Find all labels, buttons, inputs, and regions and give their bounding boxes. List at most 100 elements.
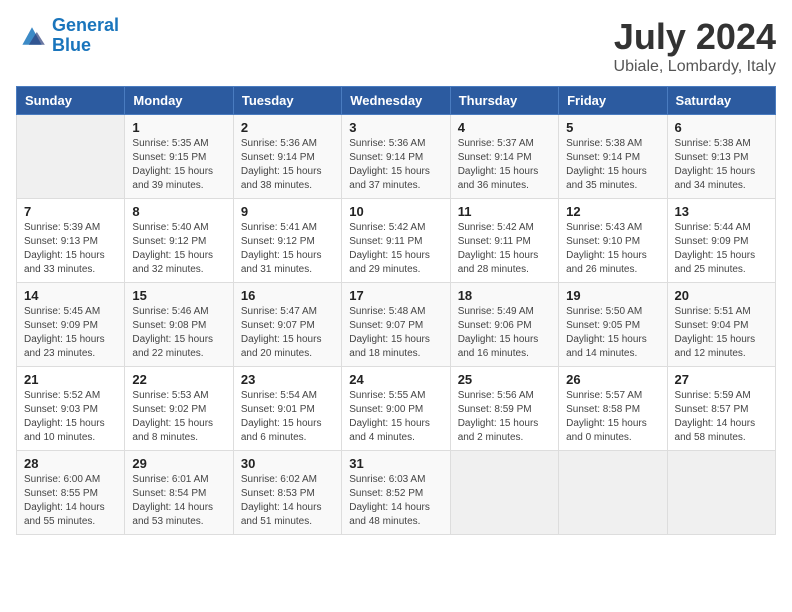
day-info: Sunrise: 5:43 AM Sunset: 9:10 PM Dayligh… (566, 221, 659, 277)
weekday-header-tuesday: Tuesday (233, 87, 341, 115)
day-info: Sunrise: 5:55 AM Sunset: 9:00 PM Dayligh… (349, 389, 442, 445)
calendar-cell: 27 Sunrise: 5:59 AM Sunset: 8:57 PM Dayli… (667, 367, 775, 451)
calendar-week-1: 1 Sunrise: 5:35 AM Sunset: 9:15 PM Daylig… (17, 115, 776, 199)
calendar-cell: 30 Sunrise: 6:02 AM Sunset: 8:53 PM Dayli… (233, 451, 341, 535)
day-info: Sunrise: 5:50 AM Sunset: 9:05 PM Dayligh… (566, 305, 659, 361)
day-info: Sunrise: 6:02 AM Sunset: 8:53 PM Dayligh… (241, 473, 334, 529)
day-number: 26 (566, 372, 659, 387)
logo-line2: Blue (52, 35, 91, 55)
calendar-cell (450, 451, 558, 535)
day-number: 9 (241, 204, 334, 219)
location: Ubiale, Lombardy, Italy (614, 58, 776, 76)
calendar-cell: 24 Sunrise: 5:55 AM Sunset: 9:00 PM Dayli… (342, 367, 450, 451)
day-number: 5 (566, 120, 659, 135)
day-info: Sunrise: 5:53 AM Sunset: 9:02 PM Dayligh… (132, 389, 225, 445)
calendar-cell: 6 Sunrise: 5:38 AM Sunset: 9:13 PM Daylig… (667, 115, 775, 199)
calendar-cell: 21 Sunrise: 5:52 AM Sunset: 9:03 PM Dayli… (17, 367, 125, 451)
day-info: Sunrise: 6:03 AM Sunset: 8:52 PM Dayligh… (349, 473, 442, 529)
weekday-header-thursday: Thursday (450, 87, 558, 115)
day-number: 4 (458, 120, 551, 135)
day-number: 21 (24, 372, 117, 387)
day-info: Sunrise: 5:44 AM Sunset: 9:09 PM Dayligh… (675, 221, 768, 277)
calendar-cell: 25Sunrise: 5:56 AM Sunset: 8:59 PM Dayli… (450, 367, 558, 451)
day-info: Sunrise: 5:40 AM Sunset: 9:12 PM Dayligh… (132, 221, 225, 277)
day-info: Sunrise: 5:49 AM Sunset: 9:06 PM Dayligh… (458, 305, 551, 361)
calendar-week-3: 14 Sunrise: 5:45 AM Sunset: 9:09 PM Dayli… (17, 283, 776, 367)
weekday-header-row: SundayMondayTuesdayWednesdayThursdayFrid… (17, 87, 776, 115)
calendar-cell: 23Sunrise: 5:54 AM Sunset: 9:01 PM Dayli… (233, 367, 341, 451)
day-number: 31 (349, 456, 442, 471)
calendar-cell: 16Sunrise: 5:47 AM Sunset: 9:07 PM Dayli… (233, 283, 341, 367)
calendar-cell: 9 Sunrise: 5:41 AM Sunset: 9:12 PM Daylig… (233, 199, 341, 283)
calendar-cell: 14 Sunrise: 5:45 AM Sunset: 9:09 PM Dayli… (17, 283, 125, 367)
day-number: 10 (349, 204, 442, 219)
day-info: Sunrise: 5:37 AM Sunset: 9:14 PM Dayligh… (458, 137, 551, 193)
logo: General Blue (16, 16, 119, 56)
calendar-cell: 28 Sunrise: 6:00 AM Sunset: 8:55 PM Dayli… (17, 451, 125, 535)
day-number: 6 (675, 120, 768, 135)
calendar-cell: 29Sunrise: 6:01 AM Sunset: 8:54 PM Dayli… (125, 451, 233, 535)
calendar-cell: 15Sunrise: 5:46 AM Sunset: 9:08 PM Dayli… (125, 283, 233, 367)
day-info: Sunrise: 5:36 AM Sunset: 9:14 PM Dayligh… (349, 137, 442, 193)
logo-line1: General (52, 15, 119, 35)
day-number: 11 (458, 204, 551, 219)
day-info: Sunrise: 5:38 AM Sunset: 9:14 PM Dayligh… (566, 137, 659, 193)
calendar-cell: 11 Sunrise: 5:42 AM Sunset: 9:11 PM Dayli… (450, 199, 558, 283)
day-number: 27 (675, 372, 768, 387)
calendar-cell: 12Sunrise: 5:43 AM Sunset: 9:10 PM Dayli… (559, 199, 667, 283)
calendar-cell: 5 Sunrise: 5:38 AM Sunset: 9:14 PM Daylig… (559, 115, 667, 199)
day-info: Sunrise: 5:51 AM Sunset: 9:04 PM Dayligh… (675, 305, 768, 361)
calendar-cell: 7Sunrise: 5:39 AM Sunset: 9:13 PM Daylig… (17, 199, 125, 283)
day-info: Sunrise: 5:45 AM Sunset: 9:09 PM Dayligh… (24, 305, 117, 361)
calendar-week-4: 21 Sunrise: 5:52 AM Sunset: 9:03 PM Dayli… (17, 367, 776, 451)
day-number: 17 (349, 288, 442, 303)
day-info: Sunrise: 5:39 AM Sunset: 9:13 PM Dayligh… (24, 221, 117, 277)
day-info: Sunrise: 5:35 AM Sunset: 9:15 PM Dayligh… (132, 137, 225, 193)
day-info: Sunrise: 5:54 AM Sunset: 9:01 PM Dayligh… (241, 389, 334, 445)
title-block: July 2024 Ubiale, Lombardy, Italy (614, 16, 776, 76)
calendar-cell: 4 Sunrise: 5:37 AM Sunset: 9:14 PM Daylig… (450, 115, 558, 199)
day-number: 28 (24, 456, 117, 471)
day-number: 16 (241, 288, 334, 303)
day-number: 30 (241, 456, 334, 471)
day-number: 8 (132, 204, 225, 219)
calendar-cell: 19Sunrise: 5:50 AM Sunset: 9:05 PM Dayli… (559, 283, 667, 367)
month-year: July 2024 (614, 16, 776, 58)
day-number: 14 (24, 288, 117, 303)
logo-text: General Blue (52, 16, 119, 56)
calendar-cell: 22 Sunrise: 5:53 AM Sunset: 9:02 PM Dayli… (125, 367, 233, 451)
day-info: Sunrise: 5:57 AM Sunset: 8:58 PM Dayligh… (566, 389, 659, 445)
day-info: Sunrise: 5:46 AM Sunset: 9:08 PM Dayligh… (132, 305, 225, 361)
day-info: Sunrise: 5:41 AM Sunset: 9:12 PM Dayligh… (241, 221, 334, 277)
page-header: General Blue July 2024 Ubiale, Lombardy,… (16, 16, 776, 76)
calendar-cell: 18 Sunrise: 5:49 AM Sunset: 9:06 PM Dayli… (450, 283, 558, 367)
weekday-header-sunday: Sunday (17, 87, 125, 115)
day-number: 29 (132, 456, 225, 471)
day-number: 3 (349, 120, 442, 135)
calendar-table: SundayMondayTuesdayWednesdayThursdayFrid… (16, 86, 776, 535)
calendar-cell: 20 Sunrise: 5:51 AM Sunset: 9:04 PM Dayli… (667, 283, 775, 367)
calendar-cell: 10Sunrise: 5:42 AM Sunset: 9:11 PM Dayli… (342, 199, 450, 283)
day-number: 20 (675, 288, 768, 303)
day-info: Sunrise: 5:59 AM Sunset: 8:57 PM Dayligh… (675, 389, 768, 445)
calendar-cell: 3 Sunrise: 5:36 AM Sunset: 9:14 PM Daylig… (342, 115, 450, 199)
weekday-header-monday: Monday (125, 87, 233, 115)
day-info: Sunrise: 5:52 AM Sunset: 9:03 PM Dayligh… (24, 389, 117, 445)
logo-icon (16, 22, 48, 50)
calendar-cell (559, 451, 667, 535)
day-number: 1 (132, 120, 225, 135)
day-number: 22 (132, 372, 225, 387)
day-info: Sunrise: 5:36 AM Sunset: 9:14 PM Dayligh… (241, 137, 334, 193)
calendar-cell: 2Sunrise: 5:36 AM Sunset: 9:14 PM Daylig… (233, 115, 341, 199)
day-info: Sunrise: 6:00 AM Sunset: 8:55 PM Dayligh… (24, 473, 117, 529)
weekday-header-wednesday: Wednesday (342, 87, 450, 115)
day-info: Sunrise: 5:38 AM Sunset: 9:13 PM Dayligh… (675, 137, 768, 193)
calendar-cell: 26 Sunrise: 5:57 AM Sunset: 8:58 PM Dayli… (559, 367, 667, 451)
day-number: 18 (458, 288, 551, 303)
calendar-cell: 31 Sunrise: 6:03 AM Sunset: 8:52 PM Dayli… (342, 451, 450, 535)
calendar-cell: 8 Sunrise: 5:40 AM Sunset: 9:12 PM Daylig… (125, 199, 233, 283)
weekday-header-saturday: Saturday (667, 87, 775, 115)
day-info: Sunrise: 5:42 AM Sunset: 9:11 PM Dayligh… (458, 221, 551, 277)
day-info: Sunrise: 5:48 AM Sunset: 9:07 PM Dayligh… (349, 305, 442, 361)
day-number: 24 (349, 372, 442, 387)
